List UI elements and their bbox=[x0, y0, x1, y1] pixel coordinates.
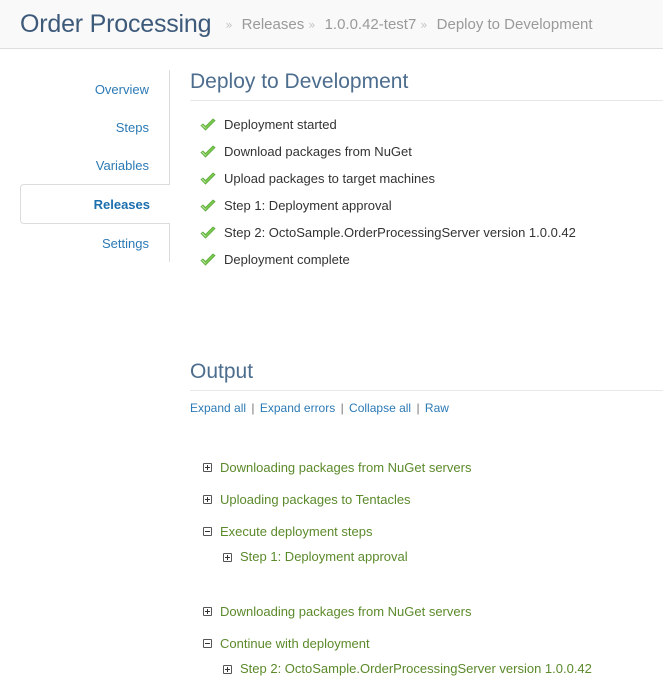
output-actions: Expand all | Expand errors | Collapse al… bbox=[190, 401, 663, 415]
check-icon bbox=[200, 171, 216, 185]
log-node-label: Downloading packages from NuGet servers bbox=[220, 459, 472, 475]
deployment-step-label: Upload packages to target machines bbox=[224, 171, 436, 186]
link-separator: | bbox=[416, 401, 420, 415]
breadcrumb-separator-icon: » bbox=[225, 18, 233, 32]
deployment-section: Deploy to Development Deployment started… bbox=[190, 70, 663, 273]
log-tree-node[interactable]: Downloading packages from NuGet servers bbox=[203, 595, 663, 627]
log-node-label: Step 1: Deployment approval bbox=[240, 549, 408, 564]
deployment-step-label: Deployment complete bbox=[224, 252, 350, 267]
log-node-label: Uploading packages to Tentacles bbox=[220, 491, 411, 507]
project-title[interactable]: Order Processing bbox=[20, 10, 212, 39]
log-node-label: Continue with deployment bbox=[220, 635, 370, 651]
sidebar-nav: Overview Steps Variables Releases Settin… bbox=[20, 70, 170, 262]
raw-link[interactable]: Raw bbox=[425, 401, 449, 415]
expand-all-link[interactable]: Expand all bbox=[190, 401, 246, 415]
deployment-step-label: Step 2: OctoSample.OrderProcessingServer… bbox=[224, 225, 576, 240]
deployment-step-item: Step 2: OctoSample.OrderProcessingServer… bbox=[200, 219, 663, 246]
deployment-step-label: Deployment started bbox=[224, 117, 337, 132]
deployment-step-item: Deployment started bbox=[200, 111, 663, 138]
check-icon bbox=[200, 144, 216, 158]
page-header: Order Processing » Releases » 1.0.0.42-t… bbox=[0, 0, 663, 49]
log-node-label: Downloading packages from NuGet servers bbox=[220, 603, 472, 619]
deployment-step-item: Deployment complete bbox=[200, 246, 663, 273]
log-tree-child-node[interactable]: Step 2: OctoSample.OrderProcessingServer… bbox=[203, 659, 663, 685]
collapse-toggle-icon[interactable] bbox=[203, 638, 212, 648]
log-tree-node[interactable]: Execute deployment steps bbox=[203, 515, 663, 547]
expand-toggle-icon[interactable] bbox=[223, 553, 232, 562]
link-separator: | bbox=[251, 401, 255, 415]
check-icon bbox=[200, 117, 216, 131]
collapse-toggle-icon[interactable] bbox=[203, 526, 212, 536]
log-tree-node[interactable]: Downloading packages from NuGet servers bbox=[203, 451, 663, 483]
log-tree-node[interactable]: Uploading packages to Tentacles bbox=[203, 483, 663, 515]
deployment-step-item: Download packages from NuGet bbox=[200, 138, 663, 165]
sidebar-item-variables[interactable]: Variables bbox=[20, 146, 170, 184]
expand-toggle-icon[interactable] bbox=[203, 494, 212, 504]
breadcrumb-separator-icon: » bbox=[420, 18, 428, 32]
deployment-steps-list: Deployment started Download packages from… bbox=[190, 111, 663, 273]
expand-errors-link[interactable]: Expand errors bbox=[260, 401, 335, 415]
log-tree-child-node[interactable]: Step 1: Deployment approval bbox=[203, 547, 663, 573]
sidebar-item-overview[interactable]: Overview bbox=[20, 70, 170, 108]
check-icon bbox=[200, 198, 216, 212]
sidebar-item-settings[interactable]: Settings bbox=[20, 224, 170, 262]
expand-toggle-icon[interactable] bbox=[203, 606, 212, 616]
check-icon bbox=[200, 252, 216, 266]
log-node-label: Execute deployment steps bbox=[220, 523, 373, 539]
expand-toggle-icon[interactable] bbox=[223, 665, 232, 674]
output-title: Output bbox=[190, 360, 663, 391]
breadcrumb-current: Deploy to Development bbox=[436, 15, 593, 33]
deployment-step-label: Download packages from NuGet bbox=[224, 144, 412, 159]
deployment-title: Deploy to Development bbox=[190, 70, 663, 101]
collapse-all-link[interactable]: Collapse all bbox=[349, 401, 411, 415]
sidebar-item-steps[interactable]: Steps bbox=[20, 108, 170, 146]
expand-toggle-icon[interactable] bbox=[203, 462, 212, 472]
link-separator: | bbox=[340, 401, 344, 415]
output-section: Output Expand all | Expand errors | Coll… bbox=[190, 360, 663, 685]
breadcrumb-release-version[interactable]: 1.0.0.42-test7 bbox=[325, 16, 417, 33]
deployment-step-item: Upload packages to target machines bbox=[200, 165, 663, 192]
log-node-label: Step 2: OctoSample.OrderProcessingServer… bbox=[240, 661, 592, 676]
breadcrumb-separator-icon: » bbox=[308, 18, 316, 32]
output-log-tree: Downloading packages from NuGet servers U… bbox=[190, 451, 663, 685]
log-tree-node[interactable]: Continue with deployment bbox=[203, 627, 663, 659]
deployment-step-item: Step 1: Deployment approval bbox=[200, 192, 663, 219]
check-icon bbox=[200, 225, 216, 239]
sidebar-item-releases[interactable]: Releases bbox=[20, 184, 170, 224]
breadcrumb-releases[interactable]: Releases bbox=[242, 16, 305, 33]
deployment-step-label: Step 1: Deployment approval bbox=[224, 198, 392, 213]
